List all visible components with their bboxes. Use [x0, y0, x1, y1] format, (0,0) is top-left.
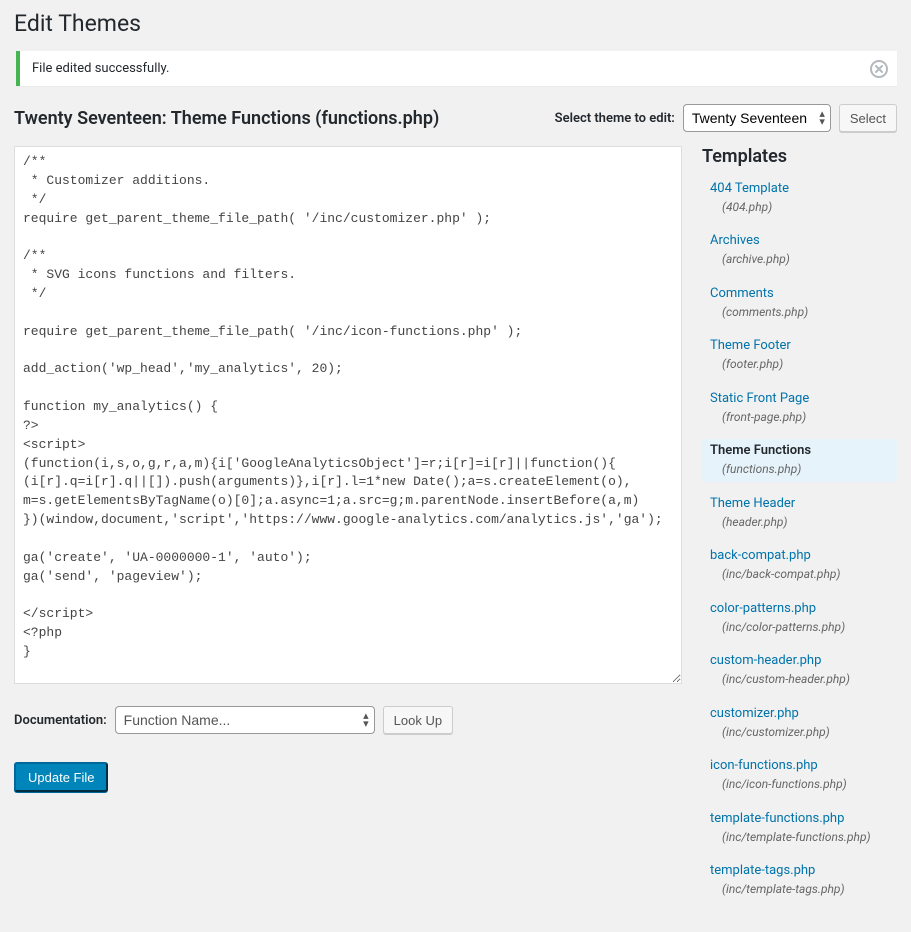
templates-list: 404 Template (404.php) Archives (archive.ph… — [702, 177, 897, 902]
page-title: Edit Themes — [14, 10, 897, 37]
template-item[interactable]: template-tags.php (inc/template-tags.php) — [702, 859, 897, 901]
template-filename: (header.php) — [710, 515, 891, 531]
dismiss-notice-button[interactable] — [869, 59, 889, 79]
documentation-label: Documentation: — [14, 713, 107, 728]
template-link[interactable]: color-patterns.php — [710, 601, 816, 616]
template-item[interactable]: icon-functions.php (inc/icon-functions.ph… — [702, 754, 897, 796]
template-filename: (inc/color-patterns.php) — [710, 620, 891, 636]
code-editor[interactable]: /** * Customizer additions. */ require g… — [14, 146, 682, 684]
lookup-button[interactable]: Look Up — [383, 706, 453, 734]
success-notice: File edited successfully. — [16, 51, 897, 86]
template-link[interactable]: customizer.php — [710, 706, 799, 721]
template-filename: (comments.php) — [710, 305, 891, 321]
select-theme-button[interactable]: Select — [839, 104, 897, 132]
template-item[interactable]: Archives (archive.php) — [702, 229, 897, 271]
template-link[interactable]: custom-header.php — [710, 653, 821, 668]
template-filename: (inc/back-compat.php) — [710, 567, 891, 583]
update-file-button[interactable]: Update File — [14, 762, 108, 792]
template-filename: (inc/template-functions.php) — [710, 830, 891, 846]
template-link[interactable]: 404 Template — [710, 181, 789, 196]
template-item[interactable]: template-functions.php (inc/template-func… — [702, 807, 897, 849]
template-filename: (functions.php) — [710, 462, 891, 478]
template-filename: (404.php) — [710, 200, 891, 216]
template-filename: (inc/template-tags.php) — [710, 882, 891, 898]
template-link[interactable]: Comments — [710, 286, 774, 301]
documentation-select[interactable]: Function Name... — [115, 706, 375, 734]
template-item[interactable]: 404 Template (404.php) — [702, 177, 897, 219]
template-item[interactable]: Theme Functions (functions.php) — [702, 439, 897, 481]
template-link[interactable]: template-functions.php — [710, 811, 844, 826]
template-item[interactable]: custom-header.php (inc/custom-header.php) — [702, 649, 897, 691]
template-link[interactable]: Theme Functions — [710, 443, 811, 458]
template-link[interactable]: icon-functions.php — [710, 758, 818, 773]
template-link[interactable]: Static Front Page — [710, 391, 809, 406]
close-icon — [869, 59, 889, 79]
notice-message: File edited successfully. — [32, 61, 885, 76]
template-link[interactable]: template-tags.php — [710, 863, 815, 878]
template-filename: (inc/customizer.php) — [710, 725, 891, 741]
template-filename: (inc/icon-functions.php) — [710, 777, 891, 793]
template-item[interactable]: Theme Footer (footer.php) — [702, 334, 897, 376]
theme-select[interactable]: Twenty Seventeen — [683, 104, 831, 132]
theme-select-label: Select theme to edit: — [555, 111, 675, 126]
template-filename: (footer.php) — [710, 357, 891, 373]
template-link[interactable]: Theme Header — [710, 496, 795, 511]
template-item[interactable]: Theme Header (header.php) — [702, 492, 897, 534]
template-item[interactable]: color-patterns.php (inc/color-patterns.ph… — [702, 597, 897, 639]
template-item[interactable]: Static Front Page (front-page.php) — [702, 387, 897, 429]
file-heading: Twenty Seventeen: Theme Functions (funct… — [14, 108, 439, 129]
template-item[interactable]: customizer.php (inc/customizer.php) — [702, 702, 897, 744]
templates-heading: Templates — [702, 146, 897, 167]
template-link[interactable]: Theme Footer — [710, 338, 791, 353]
template-link[interactable]: back-compat.php — [710, 548, 811, 563]
template-item[interactable]: back-compat.php (inc/back-compat.php) — [702, 544, 897, 586]
template-filename: (inc/custom-header.php) — [710, 672, 891, 688]
template-filename: (archive.php) — [710, 252, 891, 268]
template-filename: (front-page.php) — [710, 410, 891, 426]
template-item[interactable]: Comments (comments.php) — [702, 282, 897, 324]
template-link[interactable]: Archives — [710, 233, 760, 248]
